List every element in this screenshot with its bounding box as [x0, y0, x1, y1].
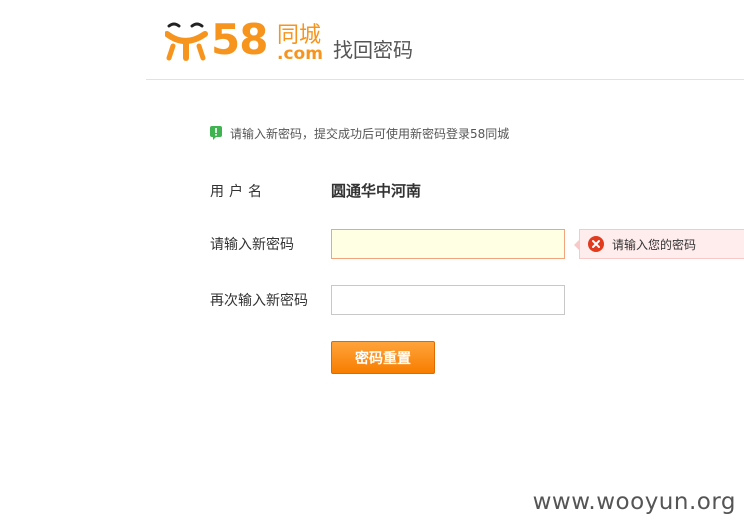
page-header: 58 同城 .com 找回密码	[0, 0, 744, 80]
new-password-input[interactable]	[331, 229, 565, 259]
info-bubble-icon	[210, 126, 222, 140]
password-error-tip: 请输入您的密码	[574, 229, 744, 259]
logo-number: 58	[211, 15, 268, 64]
username-label: 用户名	[210, 184, 267, 200]
username-value: 圆通华中河南	[331, 182, 422, 200]
reset-password-button[interactable]: 密码重置	[331, 341, 435, 374]
header-divider	[146, 79, 744, 80]
notice-text: 请输入新密码，提交成功后可使用新密码登录58同城	[230, 126, 510, 141]
error-close-icon	[588, 236, 604, 252]
page-title: 找回密码	[333, 38, 413, 62]
confirm-password-input[interactable]	[331, 285, 565, 315]
confirm-password-label: 再次输入新密码	[210, 293, 308, 309]
logo-domain-text: .com	[277, 44, 323, 64]
error-message: 请输入您的密码	[612, 237, 697, 252]
new-password-label: 请输入新密码	[210, 237, 294, 253]
info-notice: 请输入新密码，提交成功后可使用新密码登录58同城	[210, 124, 509, 142]
smiley-mascot-icon	[165, 22, 208, 61]
watermark-text: www.wooyun.org	[532, 489, 736, 515]
